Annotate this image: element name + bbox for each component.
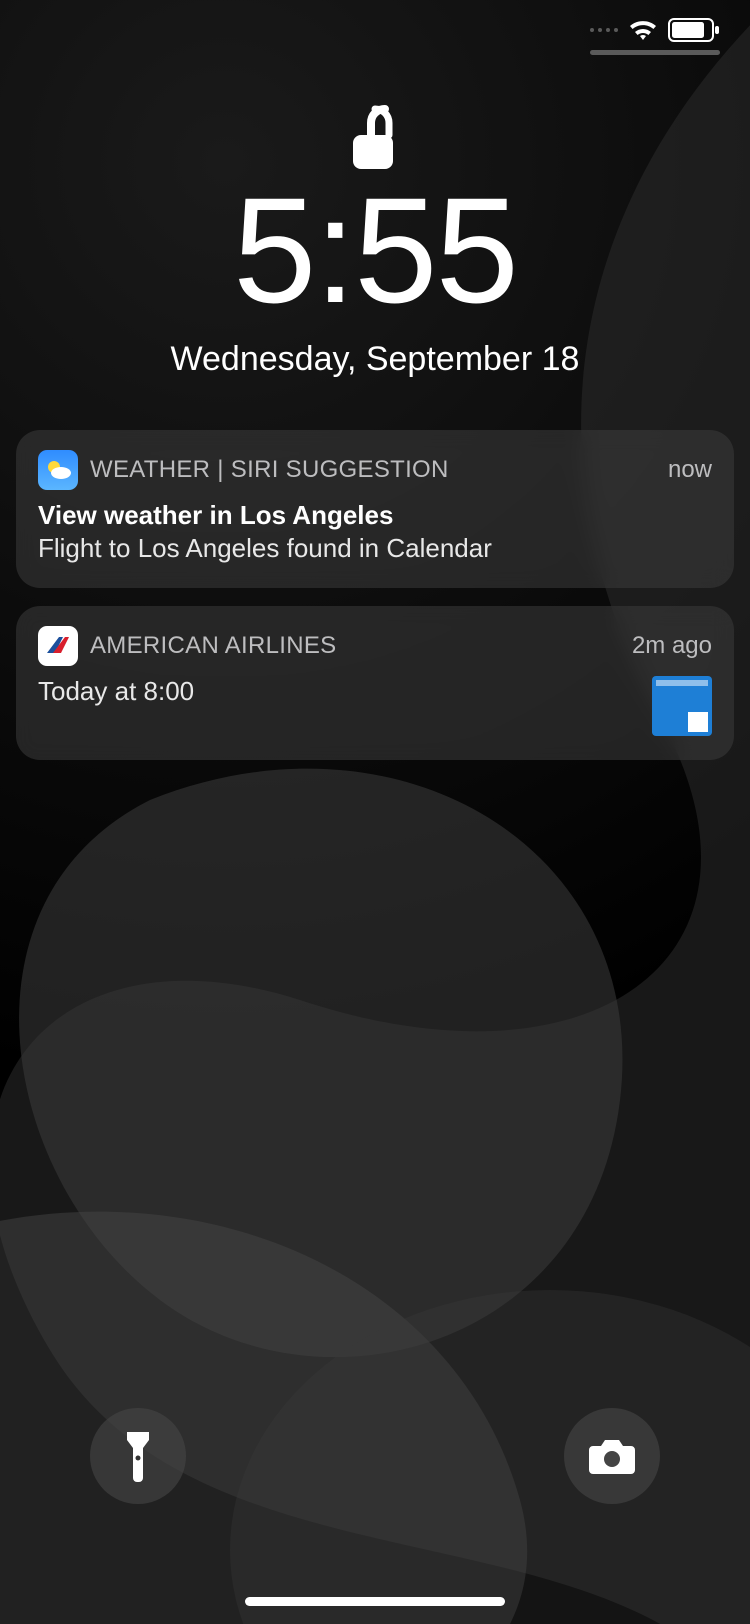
cellular-dots-icon — [590, 28, 618, 32]
notification-app-name: AMERICAN AIRLINES — [90, 632, 620, 660]
lock-status — [0, 105, 750, 173]
camera-button[interactable] — [564, 1408, 660, 1504]
notification-title: View weather in Los Angeles — [38, 500, 712, 531]
notification-message: Today at 8:00 — [38, 676, 640, 707]
notification-timestamp: now — [668, 456, 712, 484]
flashlight-icon — [121, 1430, 155, 1482]
clock-time: 5:55 — [0, 175, 750, 325]
notification-timestamp: 2m ago — [632, 632, 712, 660]
american-airlines-icon — [38, 626, 78, 666]
flashlight-button[interactable] — [90, 1408, 186, 1504]
boarding-pass-thumbnail — [652, 676, 712, 736]
wifi-icon — [628, 19, 658, 41]
swipe-down-indicator[interactable] — [590, 50, 720, 55]
unlock-icon — [351, 105, 399, 173]
status-bar — [590, 18, 720, 42]
notification-message: Flight to Los Angeles found in Calendar — [38, 533, 712, 564]
battery-icon — [668, 18, 720, 42]
notification-list: WEATHER | SIRI SUGGESTION now View weath… — [16, 430, 734, 760]
camera-icon — [587, 1436, 637, 1476]
weather-icon — [38, 450, 78, 490]
notification-app-name: WEATHER | SIRI SUGGESTION — [90, 456, 656, 484]
home-indicator[interactable] — [245, 1597, 505, 1606]
notification-card[interactable]: AMERICAN AIRLINES 2m ago Today at 8:00 — [16, 606, 734, 760]
clock-date: Wednesday, September 18 — [0, 340, 750, 379]
notification-card[interactable]: WEATHER | SIRI SUGGESTION now View weath… — [16, 430, 734, 588]
